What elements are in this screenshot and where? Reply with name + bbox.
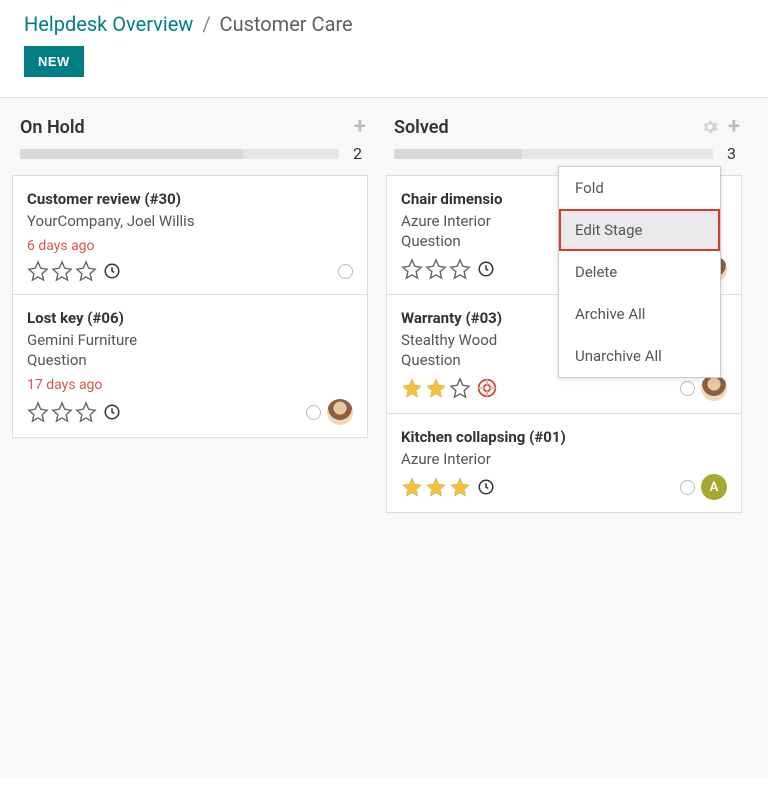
card-footer: [401, 375, 727, 401]
avatar[interactable]: A: [701, 474, 727, 500]
new-button[interactable]: NEW: [24, 46, 84, 77]
star-icon[interactable]: [401, 377, 423, 399]
progress-bar: [20, 149, 339, 159]
stage-dropdown-menu: FoldEdit StageDeleteArchive AllUnarchive…: [558, 166, 721, 378]
priority-stars: [27, 401, 121, 423]
card-footer-right: [338, 264, 353, 279]
priority-stars: [27, 260, 121, 282]
card-footer-right: A: [680, 474, 727, 500]
breadcrumb-current: Customer Care: [220, 12, 353, 36]
breadcrumb: Helpdesk Overview / Customer Care: [24, 12, 744, 36]
status-circle[interactable]: [306, 405, 321, 420]
kanban-column: On Hold + 2 Customer review (#30) YourCo…: [10, 116, 370, 738]
breadcrumb-separator: /: [202, 12, 210, 36]
star-icon[interactable]: [27, 401, 49, 423]
kanban-card[interactable]: Customer review (#30) YourCompany, Joel …: [12, 175, 368, 295]
card-footer-right: [680, 375, 727, 401]
card-title: Lost key (#06): [27, 309, 353, 327]
star-icon[interactable]: [401, 476, 423, 498]
avatar[interactable]: [327, 399, 353, 425]
star-icon[interactable]: [75, 260, 97, 282]
column-header: Solved +: [384, 116, 744, 144]
priority-stars: [401, 258, 495, 280]
card-footer: [27, 260, 353, 282]
card-title: Customer review (#30): [27, 190, 353, 208]
card-footer-right: [306, 399, 353, 425]
card-sla: 6 days ago: [27, 238, 353, 254]
priority-stars: [401, 377, 497, 399]
dropdown-item[interactable]: Unarchive All: [559, 335, 720, 377]
card-tag: Question: [27, 351, 353, 369]
card-footer: [27, 399, 353, 425]
star-icon[interactable]: [449, 258, 471, 280]
clock-icon: [103, 403, 121, 421]
breadcrumb-parent[interactable]: Helpdesk Overview: [24, 12, 193, 36]
cards-container: Customer review (#30) YourCompany, Joel …: [10, 175, 370, 438]
column-title: Solved: [394, 117, 449, 138]
column-progress-row: 2: [10, 144, 370, 175]
status-circle[interactable]: [338, 264, 353, 279]
kanban-card[interactable]: Kitchen collapsing (#01) Azure Interior …: [386, 413, 742, 513]
column-header: On Hold +: [10, 116, 370, 144]
column-title: On Hold: [20, 117, 85, 138]
card-subtitle: Gemini Furniture: [27, 331, 353, 349]
column-count: 3: [727, 144, 736, 163]
star-icon[interactable]: [51, 260, 73, 282]
add-card-icon[interactable]: +: [728, 116, 740, 138]
star-icon[interactable]: [449, 377, 471, 399]
column-count: 2: [353, 144, 362, 163]
kanban-card[interactable]: Lost key (#06) Gemini Furniture Question…: [12, 294, 368, 438]
add-card-icon[interactable]: +: [354, 116, 366, 138]
dropdown-item[interactable]: Delete: [559, 251, 720, 293]
star-icon[interactable]: [27, 260, 49, 282]
header: Helpdesk Overview / Customer Care NEW: [0, 0, 768, 85]
status-circle[interactable]: [680, 381, 695, 396]
gear-icon[interactable]: [702, 119, 718, 135]
star-icon[interactable]: [425, 258, 447, 280]
star-icon[interactable]: [425, 377, 447, 399]
avatar[interactable]: [701, 375, 727, 401]
star-icon[interactable]: [51, 401, 73, 423]
card-footer: A: [401, 474, 727, 500]
lifebuoy-icon: [477, 378, 497, 398]
clock-icon: [477, 478, 495, 496]
clock-icon: [103, 262, 121, 280]
column-actions: +: [354, 116, 366, 138]
dropdown-item[interactable]: Fold: [559, 167, 720, 209]
dropdown-item[interactable]: Archive All: [559, 293, 720, 335]
star-icon[interactable]: [401, 258, 423, 280]
clock-icon: [477, 260, 495, 278]
card-title: Kitchen collapsing (#01): [401, 428, 727, 446]
star-icon[interactable]: [449, 476, 471, 498]
priority-stars: [401, 476, 495, 498]
card-subtitle: YourCompany, Joel Willis: [27, 212, 353, 230]
card-subtitle: Azure Interior: [401, 450, 727, 468]
dropdown-item[interactable]: Edit Stage: [559, 209, 720, 251]
column-actions: +: [702, 116, 740, 138]
star-icon[interactable]: [75, 401, 97, 423]
status-circle[interactable]: [680, 480, 695, 495]
card-sla: 17 days ago: [27, 377, 353, 393]
star-icon[interactable]: [425, 476, 447, 498]
progress-bar: [394, 149, 713, 159]
